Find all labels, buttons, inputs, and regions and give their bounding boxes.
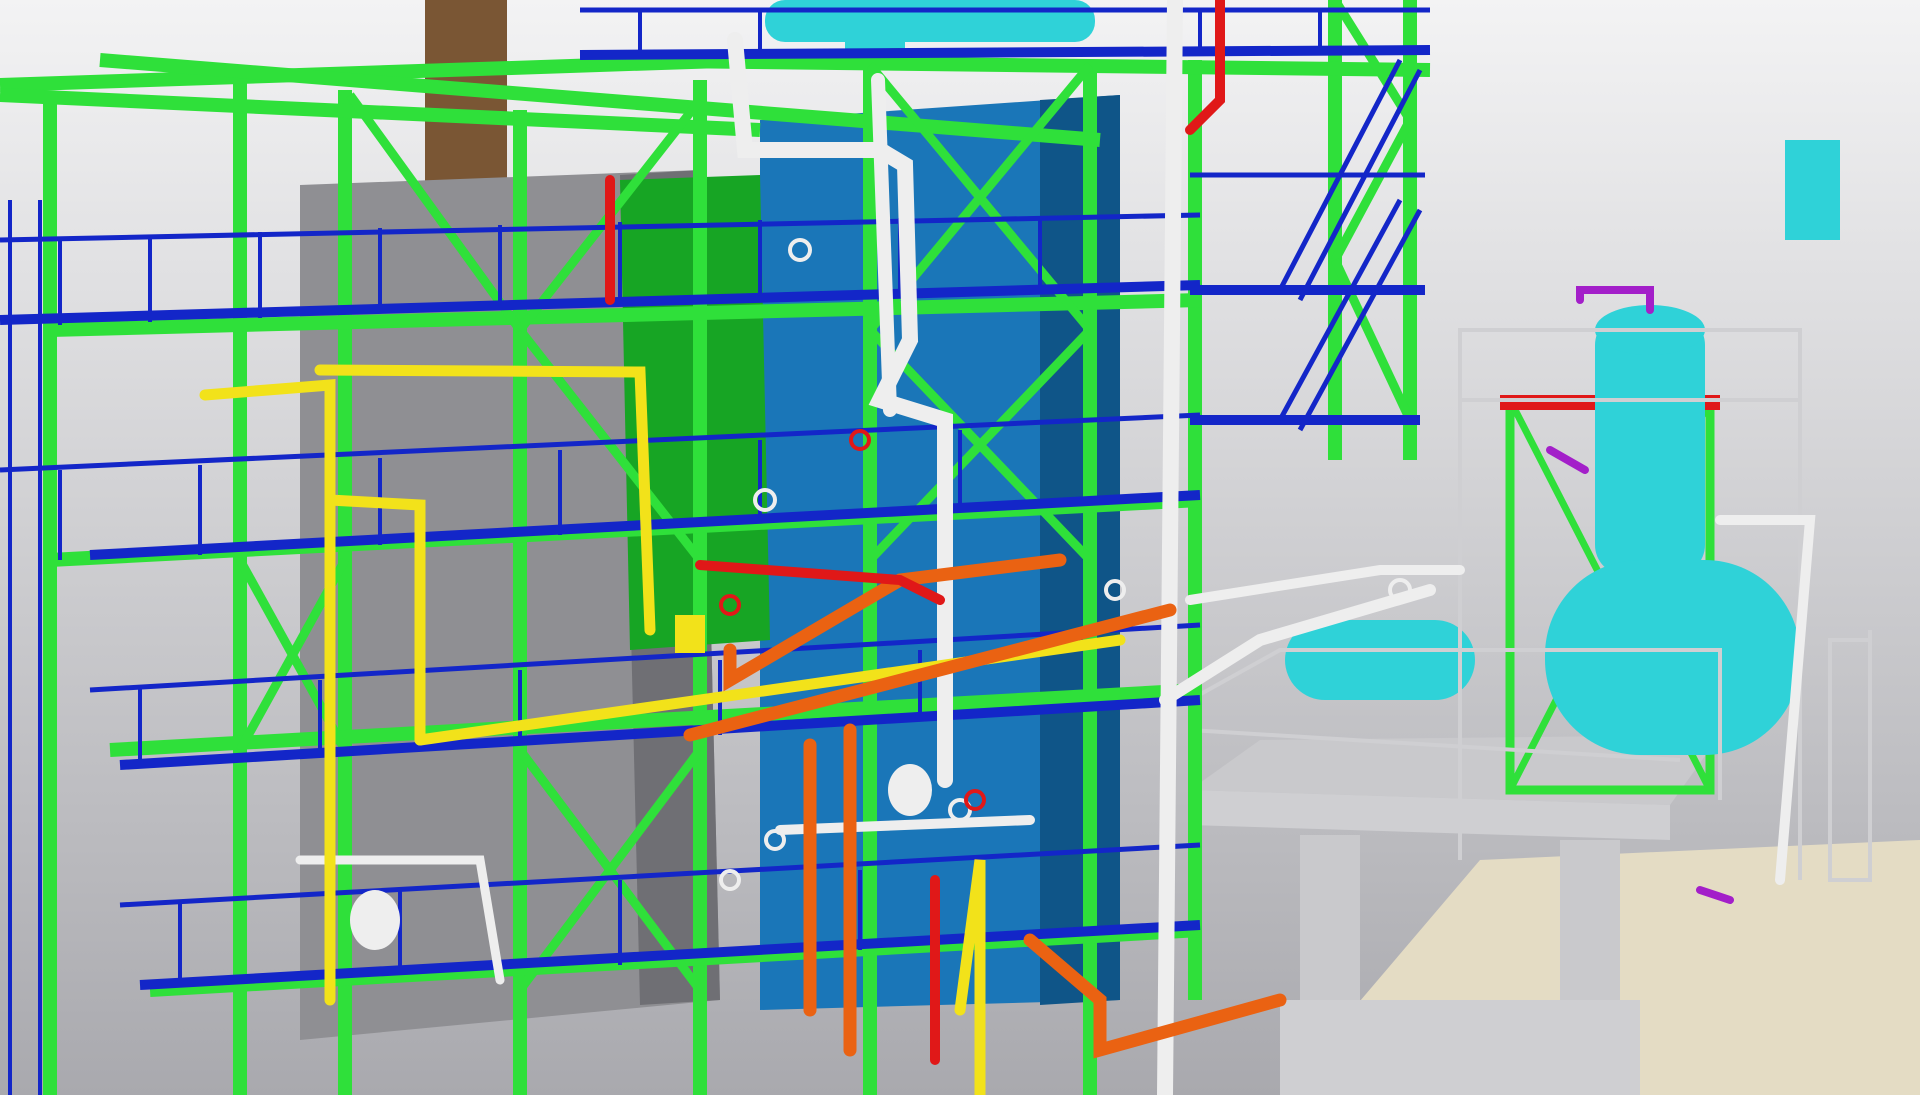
concrete-pedestal: [1280, 1000, 1640, 1095]
cyan-heat-exchanger: [1285, 620, 1475, 700]
top-drum: [765, 0, 1095, 42]
pump-white-lower: [350, 890, 400, 950]
pump-white: [888, 764, 932, 816]
cyan-horizontal-drum: [1545, 560, 1800, 755]
plant-3d-scene: [0, 0, 1920, 1095]
chimney: [425, 0, 507, 200]
cyan-tank-top-right: [1785, 140, 1840, 240]
yellow-valve-box: [675, 615, 705, 653]
